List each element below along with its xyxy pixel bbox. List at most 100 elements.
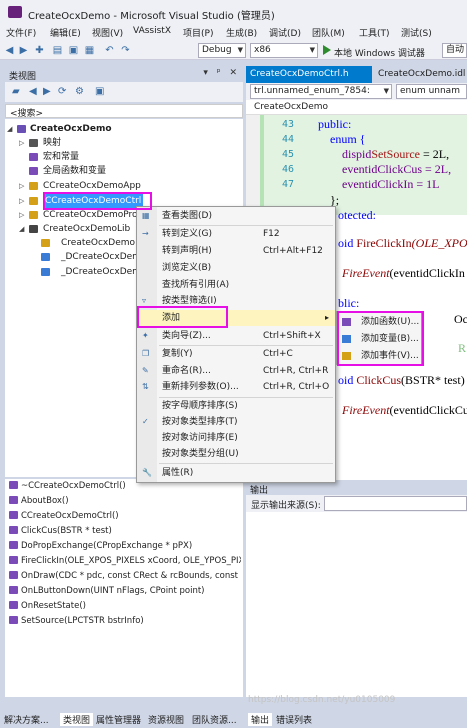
menu-edit[interactable]: 编辑(E) xyxy=(50,26,81,39)
play-icon[interactable] xyxy=(323,45,331,55)
watermark: https://blog.csdn.net/yu0105009 xyxy=(248,695,396,705)
menu-item-sort-by-access[interactable]: 按对象访问排序(E) xyxy=(137,430,335,446)
config-value: Debug xyxy=(202,45,232,55)
member-item[interactable]: OnResetState() xyxy=(9,599,241,614)
tab-ctrl-header[interactable]: CreateOcxDemoCtrl.h xyxy=(246,66,372,83)
tab-solution-explorer[interactable]: 解决方案... xyxy=(4,713,49,726)
menu-item-shortcut: Ctrl+R, Ctrl+R xyxy=(263,366,329,376)
undo-icon[interactable]: ↶ xyxy=(104,45,115,56)
menu-item-sort-alpha[interactable]: 按字母顺序排序(S) xyxy=(137,398,335,414)
code-token: oid xyxy=(338,373,357,387)
menu-item-peek-definition[interactable]: 浏览定义(B) xyxy=(137,260,335,276)
member-item[interactable]: CCreateOcxDemoCtrl() xyxy=(9,509,241,524)
menu-test[interactable]: 测试(S) xyxy=(401,26,432,39)
refresh-icon[interactable]: ⟳ xyxy=(58,86,66,97)
menu-item-copy[interactable]: ❐ 复制(Y) Ctrl+C xyxy=(137,346,335,362)
save-all-icon[interactable]: ▦ xyxy=(84,45,95,56)
menu-item-sort-by-type[interactable]: ✓ 按对象类型排序(T) xyxy=(137,414,335,430)
expanded-icon[interactable]: ◢ xyxy=(19,222,24,236)
menu-build[interactable]: 生成(B) xyxy=(226,26,257,39)
tab-idl[interactable]: CreateOcxDemo.idl xyxy=(374,66,467,83)
collapsed-icon[interactable]: ▷ xyxy=(19,179,24,193)
menu-item-find-all-references[interactable]: 查找所有引用(A) xyxy=(137,277,335,293)
member-item[interactable]: OnDraw(CDC * pdc, const CRect & rcBounds… xyxy=(9,569,241,584)
scope-value: trl.unnamed_enum_7854: xyxy=(254,86,370,96)
classview-search-input[interactable]: <搜索> xyxy=(5,104,243,119)
menu-item-go-to-declaration[interactable]: 转到声明(H) Ctrl+Alt+F12 xyxy=(137,243,335,259)
menu-file[interactable]: 文件(F) xyxy=(6,26,36,39)
output-pane[interactable] xyxy=(246,512,467,697)
menu-item-shortcut: Ctrl+C xyxy=(263,349,293,359)
checkmark-icon: ✓ xyxy=(142,417,149,426)
menu-item-label: 按对象类型分组(U) xyxy=(162,449,239,459)
menu-item-label: 复制(Y) xyxy=(162,349,193,359)
member-label: OnResetState() xyxy=(21,601,86,611)
view-icon[interactable]: ▣ xyxy=(95,86,104,97)
member-label: CCreateOcxDemoCtrl() xyxy=(21,511,119,521)
platform-select[interactable]: x86 ▼ xyxy=(250,43,318,58)
interface-icon xyxy=(41,253,50,261)
open-icon[interactable]: ▤ xyxy=(52,45,63,56)
symbol-select[interactable]: enum unnam xyxy=(396,84,467,99)
tab-team-explorer[interactable]: 团队资源... xyxy=(192,713,237,726)
menu-item-go-to-definition[interactable]: → 转到定义(G) F12 xyxy=(137,226,335,242)
menu-project[interactable]: 项目(P) xyxy=(183,26,213,39)
code-token: (OLE_XPO xyxy=(411,236,467,250)
classview-header: 类视图 ▾ ᵖ ✕ xyxy=(5,66,243,82)
method-icon xyxy=(9,586,18,594)
gear-icon[interactable]: ⚙ xyxy=(75,86,84,97)
collapsed-icon[interactable]: ▷ xyxy=(19,208,24,222)
redo-icon[interactable]: ↷ xyxy=(120,45,131,56)
collapsed-icon[interactable]: ▷ xyxy=(19,136,24,150)
method-icon xyxy=(9,511,18,519)
tab-resource-view[interactable]: 资源视图 xyxy=(148,713,184,726)
back-icon[interactable]: ◀ xyxy=(4,45,15,56)
output-source-select[interactable] xyxy=(324,496,467,511)
member-item[interactable]: DoPropExchange(CPropExchange * pPX) xyxy=(9,539,241,554)
menu-debug[interactable]: 调试(D) xyxy=(269,26,301,39)
member-label: SetSource(LPCTSTR bstrInfo) xyxy=(21,616,144,626)
code-token: (eventidClickCu xyxy=(389,403,467,417)
member-item[interactable]: SetSource(LPCTSTR bstrInfo) xyxy=(9,614,241,629)
menu-item-view-class-diagram[interactable]: ▦ 查看类图(D) xyxy=(137,208,335,224)
expanded-icon[interactable]: ◢ xyxy=(7,122,12,136)
back-icon[interactable]: ◀ xyxy=(29,86,37,97)
window-title: CreateOcxDemo - Microsoft Visual Studio … xyxy=(28,11,275,22)
interface-icon xyxy=(41,268,50,276)
new-project-icon[interactable]: ✚ xyxy=(34,45,45,56)
menu-tools[interactable]: 工具(T) xyxy=(359,26,390,39)
wizard-icon: ✦ xyxy=(142,331,149,340)
output-source-bar: 显示输出来源(S): xyxy=(246,495,467,512)
tab-class-view[interactable]: 类视图 xyxy=(60,713,94,726)
member-label: DoPropExchange(CPropExchange * pPX) xyxy=(21,541,193,551)
member-item[interactable]: FireClickIn(OLE_XPOS_PIXELS xCoord, OLE_… xyxy=(9,554,241,569)
menu-item-reorder-parameters[interactable]: ⇅ 重新排列参数(O)... Ctrl+R, Ctrl+O xyxy=(137,379,335,395)
member-item[interactable]: ClickCus(BSTR * test) xyxy=(9,524,241,539)
member-item[interactable]: AboutBox() xyxy=(9,494,241,509)
tab-property-manager[interactable]: 属性管理器 xyxy=(96,713,141,726)
menu-item-class-wizard[interactable]: ✦ 类向导(Z)... Ctrl+Shift+X xyxy=(137,328,335,344)
menu-item-rename[interactable]: ✎ 重命名(R)... Ctrl+R, Ctrl+R xyxy=(137,363,335,379)
folder-icon[interactable]: ▰ xyxy=(12,86,20,97)
config-select[interactable]: Debug ▼ xyxy=(198,43,246,58)
menu-item-group-by-type[interactable]: 按对象类型分组(U) xyxy=(137,446,335,462)
forward-icon[interactable]: ▶ xyxy=(18,45,29,56)
auto-select[interactable]: 自动 xyxy=(442,43,467,58)
menu-view[interactable]: 视图(V) xyxy=(92,26,123,39)
highlight-box-selected-class xyxy=(43,192,152,210)
panel-pin-close-buttons[interactable]: ▾ ᵖ ✕ xyxy=(203,68,240,78)
member-item[interactable]: OnLButtonDown(UINT nFlags, CPoint point) xyxy=(9,584,241,599)
filter-icon: ▿ xyxy=(142,296,147,305)
run-debugger-button[interactable]: 本地 Windows 调试器 xyxy=(334,46,425,59)
menu-vassistx[interactable]: VAssistX xyxy=(133,26,171,36)
collapsed-icon[interactable]: ▷ xyxy=(19,194,24,208)
member-scope-select[interactable]: trl.unnamed_enum_7854: ▼ xyxy=(250,84,392,99)
menu-item-properties[interactable]: 🔧 属性(R) xyxy=(137,465,335,481)
tab-output[interactable]: 输出 xyxy=(248,713,273,726)
map-icon xyxy=(29,139,38,147)
save-icon[interactable]: ▣ xyxy=(68,45,79,56)
menu-team[interactable]: 团队(M) xyxy=(312,26,345,39)
tree-label: CreateOcxDemo xyxy=(30,124,112,134)
forward-icon[interactable]: ▶ xyxy=(43,86,51,97)
tab-error-list[interactable]: 错误列表 xyxy=(276,713,312,726)
